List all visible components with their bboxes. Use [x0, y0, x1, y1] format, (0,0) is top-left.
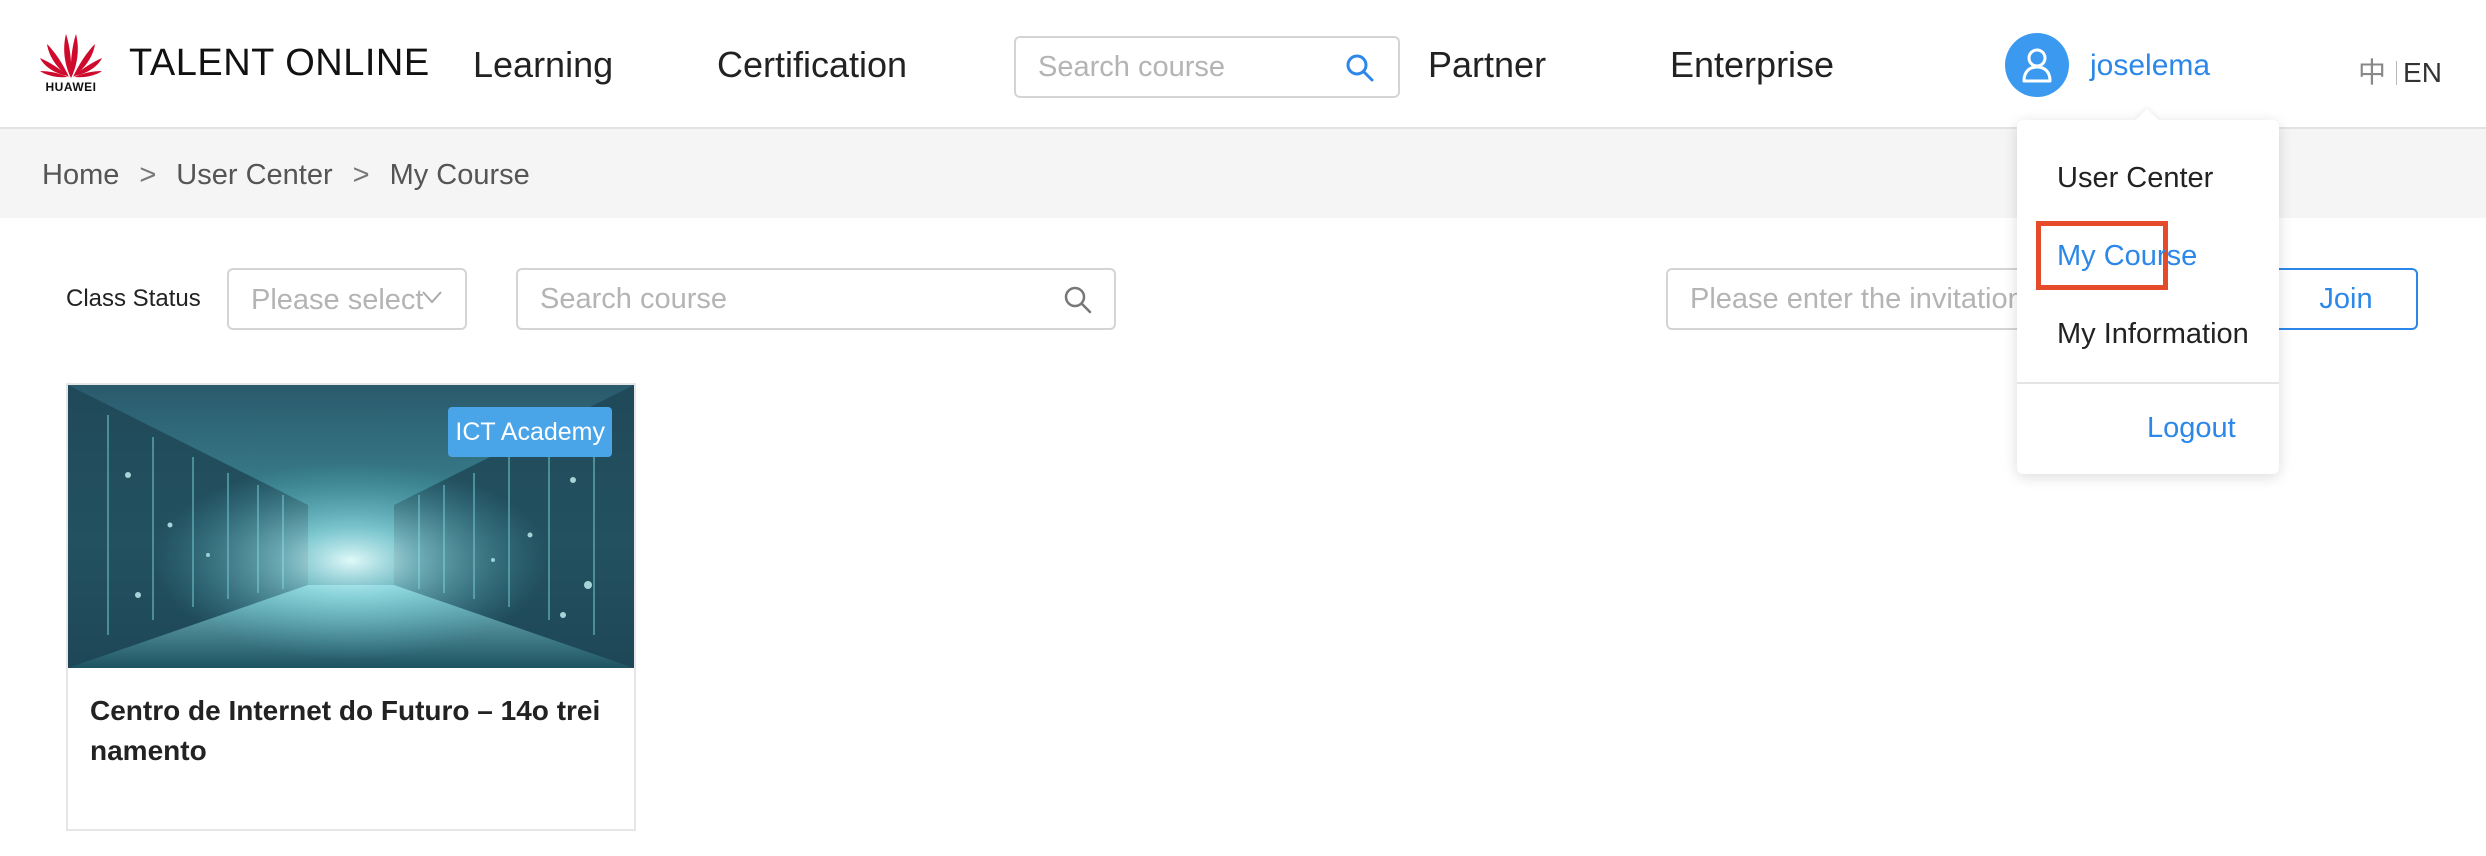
breadcrumb-home[interactable]: Home	[42, 159, 119, 191]
nav-enterprise[interactable]: Enterprise	[1670, 44, 1834, 86]
menu-item-user-center[interactable]: User Center	[2057, 162, 2213, 195]
top-header: HUAWEI TALENT ONLINE Learning Certificat…	[0, 0, 2486, 129]
huawei-logo[interactable]: HUAWEI	[38, 28, 104, 94]
avatar[interactable]	[2005, 33, 2069, 97]
menu-item-my-course[interactable]: My Course	[2057, 240, 2197, 273]
user-icon	[2022, 48, 2052, 83]
search-icon[interactable]	[1062, 284, 1094, 321]
course-search-box	[516, 268, 1116, 330]
username-link[interactable]: joselema	[2090, 49, 2210, 83]
lang-divider	[2396, 61, 2398, 85]
course-badge: ICT Academy	[448, 407, 612, 457]
huawei-petal-icon	[40, 34, 102, 78]
class-status-label: Class Status	[66, 285, 201, 312]
nav-learning[interactable]: Learning	[473, 44, 613, 86]
menu-item-my-information[interactable]: My Information	[2057, 318, 2249, 351]
language-switcher: 中 EN	[2358, 51, 2442, 91]
join-button[interactable]: Join	[2274, 268, 2418, 330]
brand-title[interactable]: TALENT ONLINE	[129, 42, 430, 85]
lang-en[interactable]: EN	[2403, 57, 2442, 88]
breadcrumb-user-center[interactable]: User Center	[176, 159, 332, 191]
course-title[interactable]: Centro de Internet do Futuro – 14o trein…	[90, 691, 612, 771]
class-status-select[interactable]: Please select	[227, 268, 467, 330]
chevron-down-icon	[421, 286, 443, 313]
class-status-placeholder: Please select	[251, 284, 424, 316]
logo-wordmark: HUAWEI	[45, 80, 97, 94]
course-card[interactable]: ICT Academy Centro de Internet do Futuro…	[66, 383, 636, 831]
breadcrumb-current: My Course	[389, 159, 530, 191]
breadcrumb: Home > User Center > My Course	[42, 159, 530, 192]
logout-button[interactable]: Logout	[2147, 412, 2236, 445]
header-search-box	[1014, 36, 1400, 98]
user-dropdown-menu: User Center My Course My Information Log…	[2017, 108, 2279, 474]
search-icon[interactable]	[1344, 52, 1376, 84]
course-search-input[interactable]	[540, 278, 1040, 320]
nav-partner[interactable]: Partner	[1428, 44, 1546, 86]
breadcrumb-separator: >	[139, 159, 157, 191]
menu-divider	[2017, 382, 2279, 384]
lang-zh[interactable]: 中	[2358, 57, 2386, 88]
header-search-input[interactable]	[1038, 46, 1338, 88]
breadcrumb-separator: >	[352, 159, 370, 191]
nav-certification[interactable]: Certification	[717, 44, 907, 86]
